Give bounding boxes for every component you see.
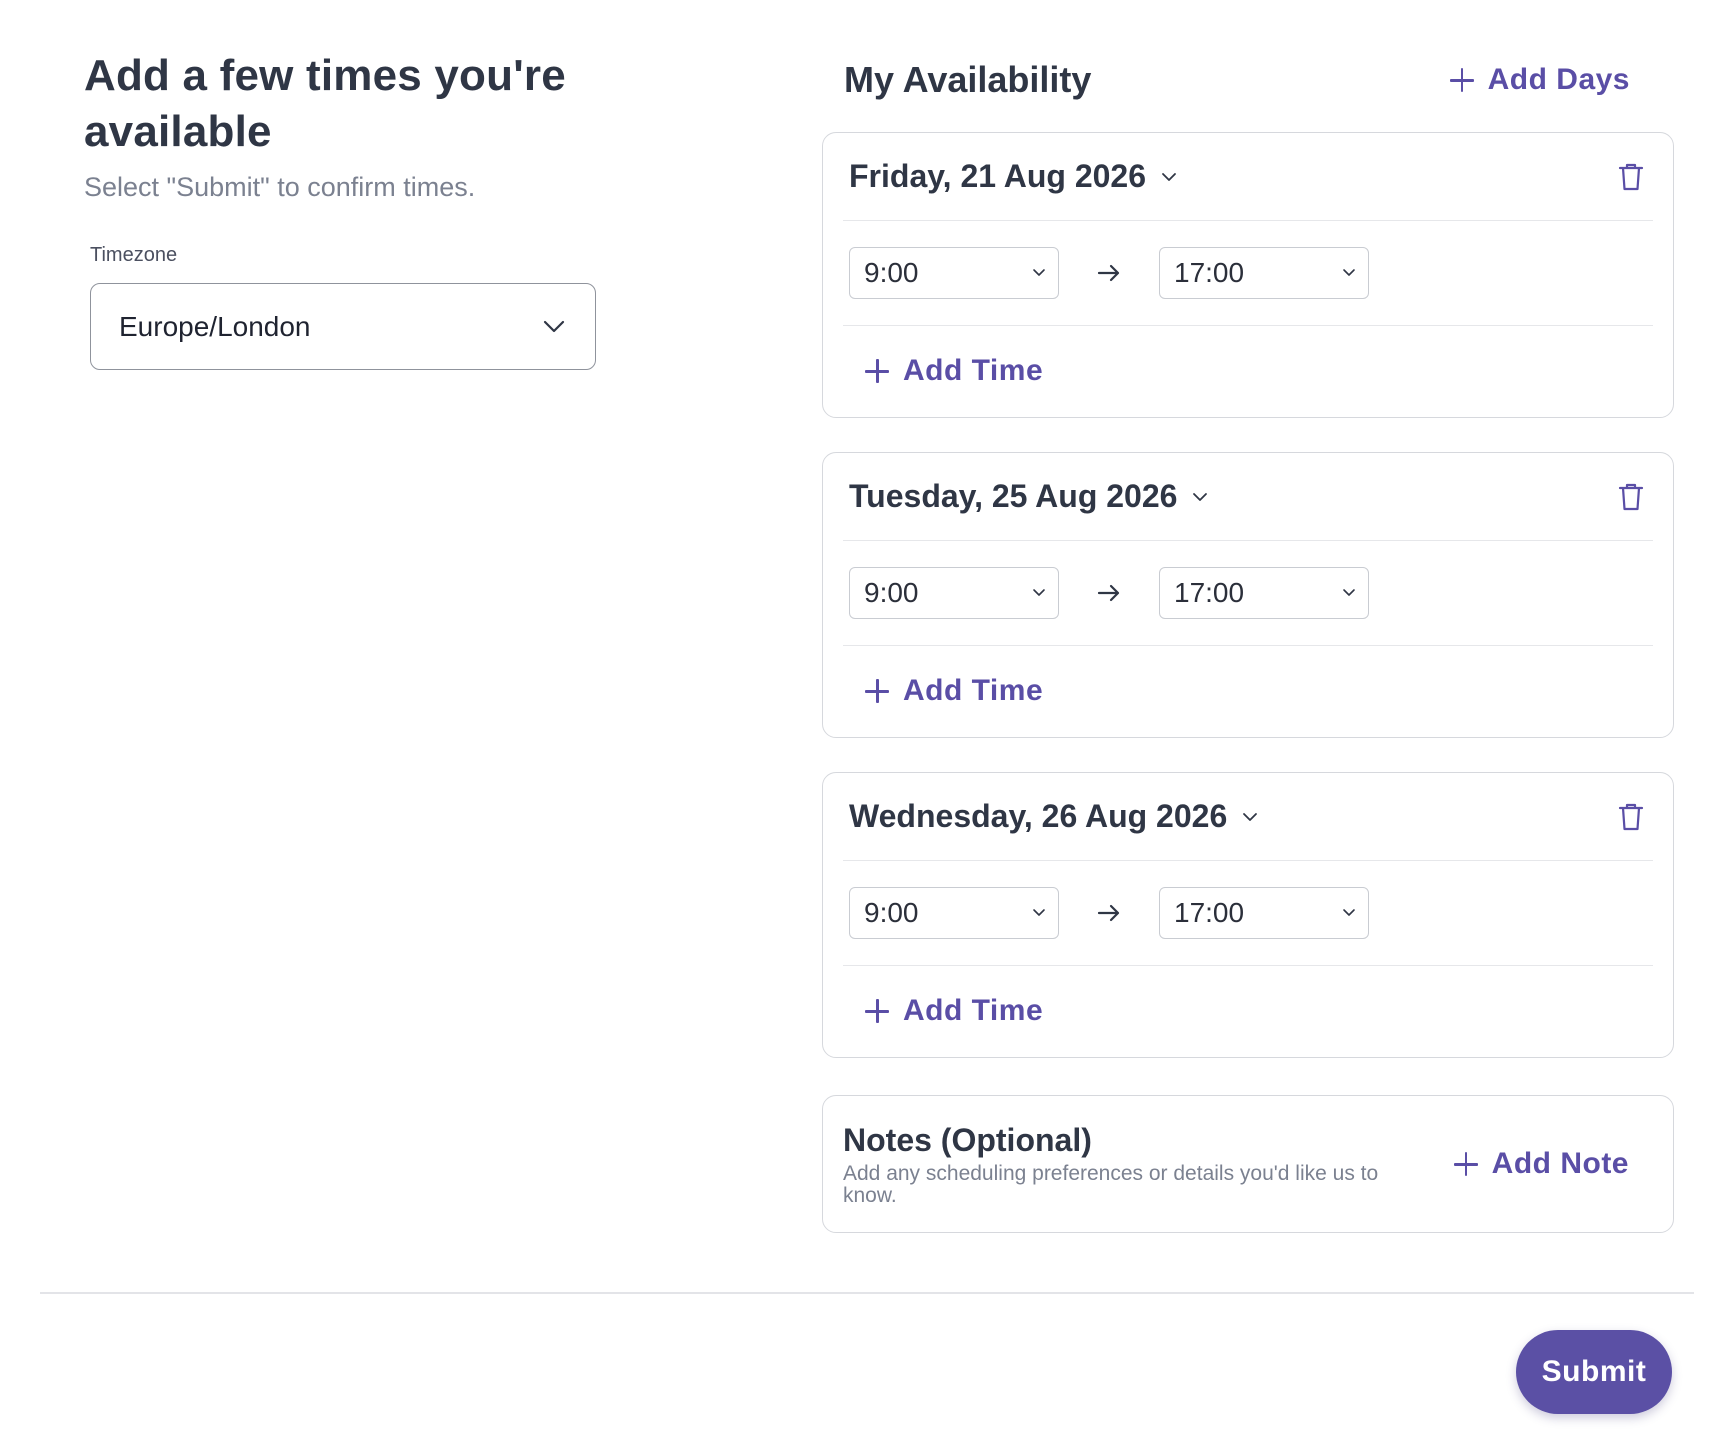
add-time-row: Add Time: [843, 646, 1653, 736]
plus-icon: [1453, 1152, 1478, 1176]
availability-panel: My Availability Add Days Friday, 21 Aug …: [822, 50, 1674, 1233]
add-time-row: Add Time: [843, 326, 1653, 416]
end-time-select[interactable]: 17:00: [1159, 247, 1369, 299]
start-time-select[interactable]: 9:00: [849, 887, 1059, 939]
left-panel: Add a few times you're available Select …: [84, 48, 724, 370]
start-time-value: 9:00: [864, 257, 919, 288]
availability-header: My Availability Add Days: [822, 50, 1674, 110]
chevron-down-icon: [1033, 269, 1045, 276]
timezone-label: Timezone: [90, 244, 178, 266]
end-time-select[interactable]: 17:00: [1159, 567, 1369, 619]
end-time-value: 17:00: [1174, 577, 1245, 608]
day-date-label: Tuesday, 25 Aug 2026: [849, 478, 1178, 514]
end-time-value: 17:00: [1174, 257, 1245, 288]
add-time-row: Add Time: [843, 966, 1653, 1056]
day-card: Tuesday, 25 Aug 2026 9:00 17:00 Add Time: [822, 452, 1674, 738]
plus-icon: [1449, 68, 1474, 92]
time-range-row: 9:00 17:00: [843, 221, 1653, 326]
add-time-button[interactable]: Add Time: [865, 674, 1043, 708]
notes-title: Notes (Optional): [843, 1121, 1092, 1158]
submit-button[interactable]: Submit: [1516, 1330, 1672, 1414]
arrow-right-icon: [1059, 904, 1159, 922]
add-days-label: Add Days: [1487, 63, 1630, 96]
add-time-button[interactable]: Add Time: [865, 994, 1043, 1028]
chevron-down-icon: [1343, 909, 1355, 916]
plus-icon: [865, 999, 889, 1023]
add-days-button[interactable]: Add Days: [1449, 63, 1630, 97]
day-date-label: Friday, 21 Aug 2026: [849, 158, 1147, 194]
trash-icon[interactable]: [1617, 802, 1645, 832]
plus-icon: [865, 359, 889, 383]
day-date-dropdown[interactable]: Wednesday, 26 Aug 2026: [849, 798, 1259, 835]
chevron-down-icon: [1343, 269, 1355, 276]
start-time-select[interactable]: 9:00: [849, 567, 1059, 619]
start-time-value: 9:00: [864, 897, 919, 928]
day-date-label: Wednesday, 26 Aug 2026: [849, 798, 1228, 834]
add-note-button[interactable]: Add Note: [1453, 1147, 1629, 1181]
chevron-down-icon: [543, 320, 565, 332]
day-date-dropdown[interactable]: Tuesday, 25 Aug 2026: [849, 478, 1209, 515]
trash-icon[interactable]: [1617, 482, 1645, 512]
notes-text: Notes (Optional) Add any scheduling pref…: [843, 1122, 1403, 1207]
add-note-label: Add Note: [1491, 1147, 1629, 1180]
notes-description: Add any scheduling preferences or detail…: [843, 1161, 1379, 1207]
page-title: Add a few times you're available: [84, 51, 566, 156]
plus-icon: [865, 679, 889, 703]
start-time-select[interactable]: 9:00: [849, 247, 1059, 299]
start-time-value: 9:00: [864, 577, 919, 608]
availability-title: My Availability: [844, 59, 1092, 100]
notes-card: Notes (Optional) Add any scheduling pref…: [822, 1095, 1674, 1233]
timezone-select[interactable]: Europe/London: [90, 283, 596, 370]
end-time-select[interactable]: 17:00: [1159, 887, 1369, 939]
availability-page: Add a few times you're available Select …: [0, 0, 1728, 1448]
page-subtitle: Select "Submit" to confirm times.: [84, 172, 476, 202]
chevron-down-icon: [1193, 492, 1208, 501]
time-range-row: 9:00 17:00: [843, 541, 1653, 646]
chevron-down-icon: [1033, 909, 1045, 916]
chevron-down-icon: [1243, 812, 1258, 821]
timezone-value: Europe/London: [119, 310, 311, 342]
day-date-dropdown[interactable]: Friday, 21 Aug 2026: [849, 158, 1178, 195]
chevron-down-icon: [1033, 589, 1045, 596]
add-time-label: Add Time: [903, 994, 1044, 1027]
chevron-down-icon: [1162, 172, 1176, 181]
add-time-label: Add Time: [903, 674, 1044, 707]
day-card: Wednesday, 26 Aug 2026 9:00 17:00 Add Ti…: [822, 772, 1674, 1058]
day-card-header: Tuesday, 25 Aug 2026: [843, 453, 1653, 541]
add-time-button[interactable]: Add Time: [865, 354, 1043, 388]
end-time-value: 17:00: [1174, 897, 1245, 928]
day-card-header: Friday, 21 Aug 2026: [843, 133, 1653, 221]
day-card-header: Wednesday, 26 Aug 2026: [843, 773, 1653, 861]
arrow-right-icon: [1059, 584, 1159, 602]
time-range-row: 9:00 17:00: [843, 861, 1653, 966]
day-card: Friday, 21 Aug 2026 9:00 17:00 Add Time: [822, 132, 1674, 418]
footer-divider: [40, 1292, 1694, 1294]
chevron-down-icon: [1343, 589, 1355, 596]
arrow-right-icon: [1059, 264, 1159, 282]
add-time-label: Add Time: [903, 354, 1044, 387]
trash-icon[interactable]: [1617, 162, 1645, 192]
